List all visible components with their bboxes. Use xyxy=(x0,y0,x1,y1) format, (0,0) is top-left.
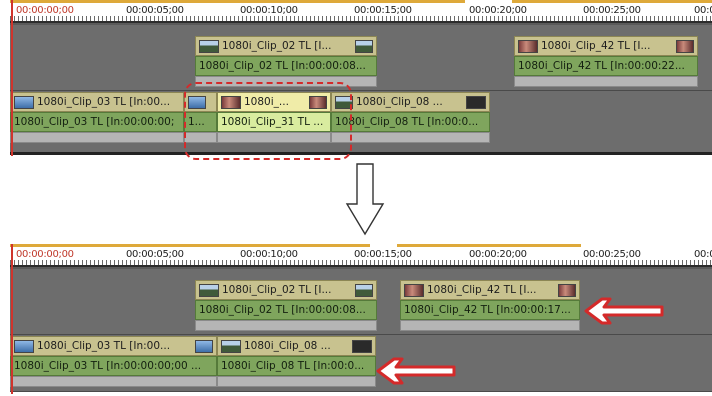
clip-audio-row[interactable]: 1080i_Clip_02 TL [In:00:00:08... xyxy=(195,300,377,320)
timecode-label: 00:00 xyxy=(694,5,712,16)
clip-1080i-clip-02[interactable]: 1080i_Clip_02 TL [I... 1080i_Clip_02 TL … xyxy=(195,36,377,88)
clip-1080i-clip-08[interactable]: 1080i_Clip_08 ... 1080i_Clip_08 TL [In:0… xyxy=(217,336,376,388)
clip-video-label: 1080i_Clip_42 TL [I... xyxy=(541,40,651,52)
thumbnail-icon xyxy=(558,283,576,297)
timeline-before: 00:00:00;00 00:00:05;00 00:00:10;00 00:0… xyxy=(10,0,712,156)
playhead-cursor[interactable] xyxy=(11,244,13,394)
clip-audio-label: 1080i_Clip_42 TL [In:00:00:22... xyxy=(518,60,685,72)
timecode-label: 00:00:05;00 xyxy=(126,249,184,260)
clip-video-label: 1080i_Clip_02 TL [I... xyxy=(222,40,332,52)
arrow-down-icon xyxy=(345,163,385,236)
clip-audio-row[interactable]: 1080i_Clip_03 TL [In:00:00:00; xyxy=(10,112,184,132)
ruler-range-bar xyxy=(10,244,370,247)
clip-extra-row xyxy=(10,132,184,143)
ruler-range-bar xyxy=(512,0,712,3)
thumbnail-icon xyxy=(14,95,34,109)
clip-video-label: 1080i_Clip_08 ... xyxy=(244,340,331,352)
track-lower[interactable]: 1080i_Clip_03 TL [In:00... 1080i_Clip_03… xyxy=(10,91,712,153)
clip-1080i-clip-02[interactable]: 1080i_Clip_02 TL [I... 1080i_Clip_02 TL … xyxy=(195,280,377,332)
clip-video-row[interactable]: 1080i_Clip_03 TL [In:00... xyxy=(10,336,217,356)
highlight-dashed-box xyxy=(184,82,352,160)
track-upper[interactable]: 1080i_Clip_02 TL [I... 1080i_Clip_02 TL … xyxy=(10,25,712,91)
red-arrow-left-icon xyxy=(584,297,664,325)
thumbnail-icon xyxy=(355,283,373,297)
timecode-label: 00:00:05;00 xyxy=(126,5,184,16)
thumbnail-icon xyxy=(518,39,538,53)
clip-1080i-clip-03[interactable]: 1080i_Clip_03 TL [In:00... 1080i_Clip_03… xyxy=(10,92,184,144)
clip-video-label: 1080i_Clip_42 TL [I... xyxy=(427,284,537,296)
timecode-label: 00:00:00;00 xyxy=(16,249,74,260)
clip-video-row[interactable]: 1080i_Clip_03 TL [In:00... xyxy=(10,92,184,112)
clip-extra-row xyxy=(217,376,376,387)
clip-video-label: 1080i_Clip_02 TL [I... xyxy=(222,284,332,296)
timecode-label: 00:00:20;00 xyxy=(469,5,527,16)
thumbnail-icon xyxy=(195,339,213,353)
clip-audio-label: 1080i_Clip_03 TL [In:00:00:00;00 ... xyxy=(14,360,202,372)
timecode-label: 00:00:20;00 xyxy=(469,249,527,260)
clip-video-label: 1080i_Clip_08 ... xyxy=(356,96,443,108)
clip-extra-row xyxy=(331,132,490,143)
clip-video-label: 1080i_Clip_03 TL [In:00... xyxy=(37,96,171,108)
playhead-cursor[interactable] xyxy=(11,0,13,156)
thumbnail-icon xyxy=(676,39,694,53)
clip-audio-label: 1080i_Clip_08 TL [In:00:0... xyxy=(221,360,365,372)
thumbnail-icon xyxy=(352,339,372,353)
thumbnail-icon xyxy=(404,283,424,297)
clip-video-row[interactable]: 1080i_Clip_02 TL [I... xyxy=(195,280,377,300)
timeline-bottom-edge xyxy=(10,152,712,155)
clip-audio-row[interactable]: 1080i_Clip_08 TL [In:00:0... xyxy=(217,356,376,376)
clip-extra-row xyxy=(400,320,580,331)
timecode-label: 00:00:15;00 xyxy=(354,249,412,260)
thumbnail-icon xyxy=(14,339,34,353)
timecode-label: 00:00:25;00 xyxy=(583,249,641,260)
ruler-range-bar xyxy=(10,0,465,3)
clip-extra-row xyxy=(514,76,698,87)
time-ruler[interactable]: 00:00:00;00 00:00:05;00 00:00:10;00 00:0… xyxy=(10,0,712,23)
clip-audio-label: 1080i_Clip_03 TL [In:00:00:00; xyxy=(14,116,175,128)
clip-video-row[interactable]: 1080i_Clip_42 TL [I... xyxy=(514,36,698,56)
clip-extra-row xyxy=(10,376,217,387)
track-lower[interactable]: 1080i_Clip_03 TL [In:00... 1080i_Clip_03… xyxy=(10,335,712,392)
clip-1080i-clip-42[interactable]: 1080i_Clip_42 TL [I... 1080i_Clip_42 TL … xyxy=(514,36,698,88)
clip-video-row[interactable]: 1080i_Clip_08 ... xyxy=(217,336,376,356)
clip-video-label: 1080i_Clip_03 TL [In:00... xyxy=(37,340,171,352)
clip-audio-label: 1080i_Clip_42 TL [In:00:00:17... xyxy=(404,304,571,316)
clip-audio-label: 1080i_Clip_02 TL [In:00:00:08... xyxy=(199,60,366,72)
time-ruler[interactable]: 00:00:00;00 00:00:05;00 00:00:10;00 00:0… xyxy=(10,244,712,267)
clip-video-row[interactable]: 1080i_Clip_02 TL [I... xyxy=(195,36,377,56)
red-arrow-left-icon xyxy=(376,357,456,385)
thumbnail-icon xyxy=(355,39,373,53)
clip-extra-row xyxy=(195,320,377,331)
clip-audio-label: 1080i_Clip_08 TL [In:00:0... xyxy=(335,116,479,128)
clip-1080i-clip-03[interactable]: 1080i_Clip_03 TL [In:00... 1080i_Clip_03… xyxy=(10,336,217,388)
clip-audio-row[interactable]: 1080i_Clip_02 TL [In:00:00:08... xyxy=(195,56,377,76)
clip-video-row[interactable]: 1080i_Clip_42 TL [I... xyxy=(400,280,580,300)
clip-1080i-clip-42[interactable]: 1080i_Clip_42 TL [I... 1080i_Clip_42 TL … xyxy=(400,280,580,332)
timecode-label: 00:00:10;00 xyxy=(240,249,298,260)
clip-audio-row[interactable]: 1080i_Clip_03 TL [In:00:00:00;00 ... xyxy=(10,356,217,376)
timecode-label: 00:00 xyxy=(694,249,712,260)
clip-audio-row[interactable]: 1080i_Clip_42 TL [In:00:00:17... xyxy=(400,300,580,320)
thumbnail-icon xyxy=(199,283,219,297)
clip-video-row[interactable]: 1080i_Clip_08 ... xyxy=(331,92,490,112)
timecode-label: 00:00:25;00 xyxy=(583,5,641,16)
clip-audio-label: 1080i_Clip_02 TL [In:00:00:08... xyxy=(199,304,366,316)
ruler-range-bar xyxy=(397,244,581,247)
timecode-label: 00:00:00;00 xyxy=(16,5,74,16)
thumbnail-icon xyxy=(466,95,486,109)
clip-audio-row[interactable]: 1080i_Clip_42 TL [In:00:00:22... xyxy=(514,56,698,76)
timecode-label: 00:00:10;00 xyxy=(240,5,298,16)
thumbnail-icon xyxy=(199,39,219,53)
timecode-label: 00:00:15;00 xyxy=(354,5,412,16)
clip-1080i-clip-08[interactable]: 1080i_Clip_08 ... 1080i_Clip_08 TL [In:0… xyxy=(331,92,490,144)
clip-audio-row[interactable]: 1080i_Clip_08 TL [In:00:0... xyxy=(331,112,490,132)
thumbnail-icon xyxy=(221,339,241,353)
